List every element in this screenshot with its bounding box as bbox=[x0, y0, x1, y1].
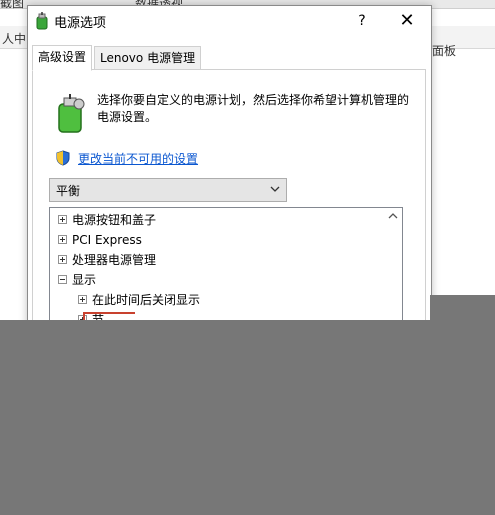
close-button[interactable]: ✕ bbox=[394, 10, 420, 32]
collapse-minus-icon[interactable] bbox=[58, 275, 67, 284]
gray-overlay bbox=[0, 320, 495, 515]
power-settings-tree[interactable]: 电源按钮和盖子 PCI Express 处理器电源管理 显示 在此时间后关闭显示… bbox=[49, 207, 403, 326]
power-plan-icon bbox=[36, 12, 48, 30]
shield-icon bbox=[56, 150, 70, 166]
help-button[interactable]: ? bbox=[350, 10, 374, 32]
expand-plus-icon[interactable] bbox=[58, 235, 67, 244]
dialog-titlebar[interactable]: 电源选项 ? ✕ bbox=[28, 6, 431, 36]
background-right-fragment: 面板 bbox=[432, 44, 457, 58]
tab-advanced-settings[interactable]: 高级设置 bbox=[32, 45, 93, 71]
background-left-fragment: 人中 bbox=[2, 32, 27, 46]
dialog-title: 电源选项 bbox=[54, 16, 107, 31]
plan-description: 选择你要自定义的电源计划，然后选择你希望计算机管理的电源设置。 bbox=[97, 93, 410, 124]
battery-plan-icon bbox=[58, 94, 85, 133]
power-plan-select-value: 平衡 bbox=[56, 184, 81, 198]
chevron-down-icon bbox=[270, 186, 280, 192]
gray-overlay-right bbox=[430, 295, 495, 320]
power-options-dialog: 电源选项 ? ✕ 高级设置 Lenovo 电源管理 选择你要自定义的电源计划，然… bbox=[27, 5, 432, 327]
scroll-up-icon[interactable] bbox=[386, 210, 400, 222]
change-unavailable-settings-link[interactable]: 更改当前不可用的设置 bbox=[78, 150, 198, 167]
expand-plus-icon[interactable] bbox=[58, 255, 67, 264]
background-tab-fragment: 截图 bbox=[0, 0, 25, 10]
tab-lenovo-power-management[interactable]: Lenovo 电源管理 bbox=[94, 46, 202, 70]
advanced-settings-panel: 选择你要自定义的电源计划，然后选择你希望计算机管理的电源设置。 更改当前不可用的… bbox=[32, 69, 426, 326]
power-plan-select[interactable]: 平衡 bbox=[49, 178, 287, 202]
expand-plus-icon[interactable] bbox=[78, 295, 87, 304]
expand-plus-icon[interactable] bbox=[58, 215, 67, 224]
